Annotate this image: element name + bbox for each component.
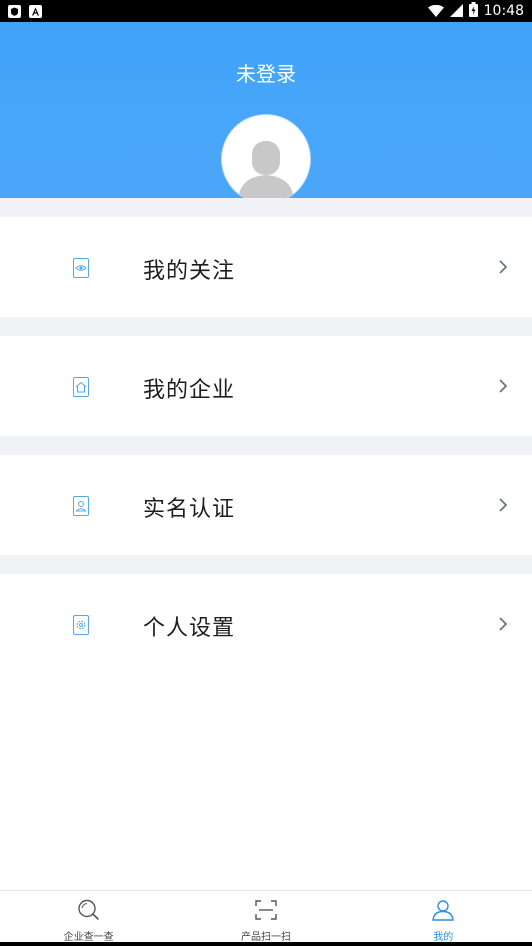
menu-item-label: 个人设置 bbox=[143, 616, 236, 641]
nav-tab-mine[interactable]: 我的 bbox=[355, 891, 532, 946]
a-notification-icon bbox=[29, 4, 42, 18]
login-status-title[interactable]: 未登录 bbox=[0, 58, 532, 87]
system-bottom-bar bbox=[0, 942, 532, 946]
chevron-right-icon bbox=[497, 378, 509, 394]
nav-tab-label: 企业查一查 bbox=[63, 932, 114, 943]
chevron-right-icon bbox=[497, 259, 509, 275]
nav-tab-label: 我的 bbox=[433, 932, 454, 943]
section-divider bbox=[0, 555, 532, 574]
user-icon bbox=[431, 899, 455, 925]
search-icon bbox=[77, 899, 101, 925]
section-divider bbox=[0, 436, 532, 455]
avatar[interactable] bbox=[222, 115, 310, 203]
home-icon bbox=[73, 377, 89, 397]
eye-icon bbox=[73, 258, 89, 278]
screen: 10:48 未登录 我的关注 我的企业 实名认证 个人设置 企业查一查 产品扫一… bbox=[0, 0, 532, 946]
profile-header: 未登录 bbox=[0, 22, 532, 203]
default-avatar-icon bbox=[222, 115, 310, 203]
menu-item-real-name-auth[interactable]: 实名认证 bbox=[0, 455, 532, 555]
nav-tab-company-search[interactable]: 企业查一查 bbox=[0, 891, 177, 946]
id-card-icon bbox=[73, 496, 89, 516]
status-bar: 10:48 bbox=[0, 0, 532, 22]
menu-item-my-follows[interactable]: 我的关注 bbox=[0, 217, 532, 317]
nav-tab-product-scan[interactable]: 产品扫一扫 bbox=[177, 891, 354, 946]
menu-item-my-company[interactable]: 我的企业 bbox=[0, 336, 532, 436]
shield-notification-icon bbox=[8, 4, 21, 18]
chevron-right-icon bbox=[497, 497, 509, 513]
nav-tab-label: 产品扫一扫 bbox=[240, 932, 291, 943]
menu-item-label: 我的企业 bbox=[143, 378, 236, 403]
settings-gear-icon bbox=[73, 615, 89, 635]
section-divider bbox=[0, 198, 532, 217]
battery-icon bbox=[468, 1, 478, 21]
status-right: 10:48 bbox=[427, 1, 524, 21]
section-divider bbox=[0, 317, 532, 336]
wifi-icon bbox=[427, 2, 444, 21]
menu-item-label: 我的关注 bbox=[143, 259, 236, 284]
menu-item-label: 实名认证 bbox=[143, 497, 236, 522]
menu-item-personal-settings[interactable]: 个人设置 bbox=[0, 574, 532, 674]
scan-icon bbox=[254, 899, 278, 925]
status-left bbox=[8, 4, 42, 18]
chevron-right-icon bbox=[497, 616, 509, 632]
status-time: 10:48 bbox=[483, 3, 524, 19]
cell-signal-icon bbox=[449, 2, 463, 21]
bottom-navigation: 企业查一查 产品扫一扫 我的 bbox=[0, 890, 532, 946]
